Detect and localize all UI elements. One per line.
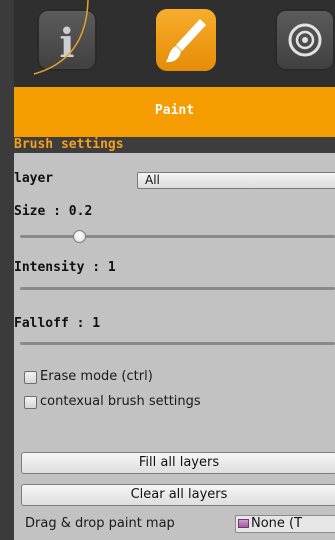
fill-all-layers-button[interactable]: Fill all layers — [21, 452, 335, 474]
erase-mode-label: Erase mode (ctrl) — [40, 369, 153, 384]
tool-toolbar: i — [14, 0, 335, 87]
paint-map-label: Drag & drop paint map — [25, 516, 175, 531]
brush-settings-panel: layer All Size : 0.2 Intensity : 1 Fallo… — [14, 153, 335, 540]
target-icon — [288, 23, 322, 57]
paint-brush-icon — [166, 19, 206, 63]
size-label: Size : 0.2 — [14, 204, 93, 219]
falloff-label: Falloff : 1 — [14, 316, 101, 331]
title-label: Paint — [154, 103, 195, 118]
title-bar: Paint — [14, 87, 335, 137]
clear-all-layers-button[interactable]: Clear all layers — [21, 484, 335, 506]
orange-arc-decoration — [33, 0, 89, 75]
paint-map-value: None (T — [251, 516, 303, 531]
intensity-slider-track[interactable] — [20, 287, 335, 290]
contextual-brush-checkbox[interactable] — [24, 396, 37, 409]
section-title: Brush settings — [14, 137, 124, 152]
erase-mode-checkbox[interactable] — [24, 371, 37, 384]
section-header: Brush settings — [14, 137, 335, 153]
texture-icon — [238, 519, 249, 528]
contextual-brush-label: contexual brush settings — [40, 394, 201, 409]
layer-label: layer — [14, 171, 54, 186]
size-slider-track[interactable] — [20, 235, 335, 238]
size-slider-handle[interactable] — [73, 230, 86, 243]
paint-tool-button[interactable] — [156, 9, 216, 71]
left-edge — [0, 0, 14, 540]
intensity-label: Intensity : 1 — [14, 260, 116, 275]
falloff-slider-track[interactable] — [20, 342, 335, 345]
target-tool-button[interactable] — [275, 9, 335, 71]
layer-dropdown[interactable]: All — [137, 172, 335, 189]
paint-map-field[interactable]: None (T — [235, 515, 335, 533]
